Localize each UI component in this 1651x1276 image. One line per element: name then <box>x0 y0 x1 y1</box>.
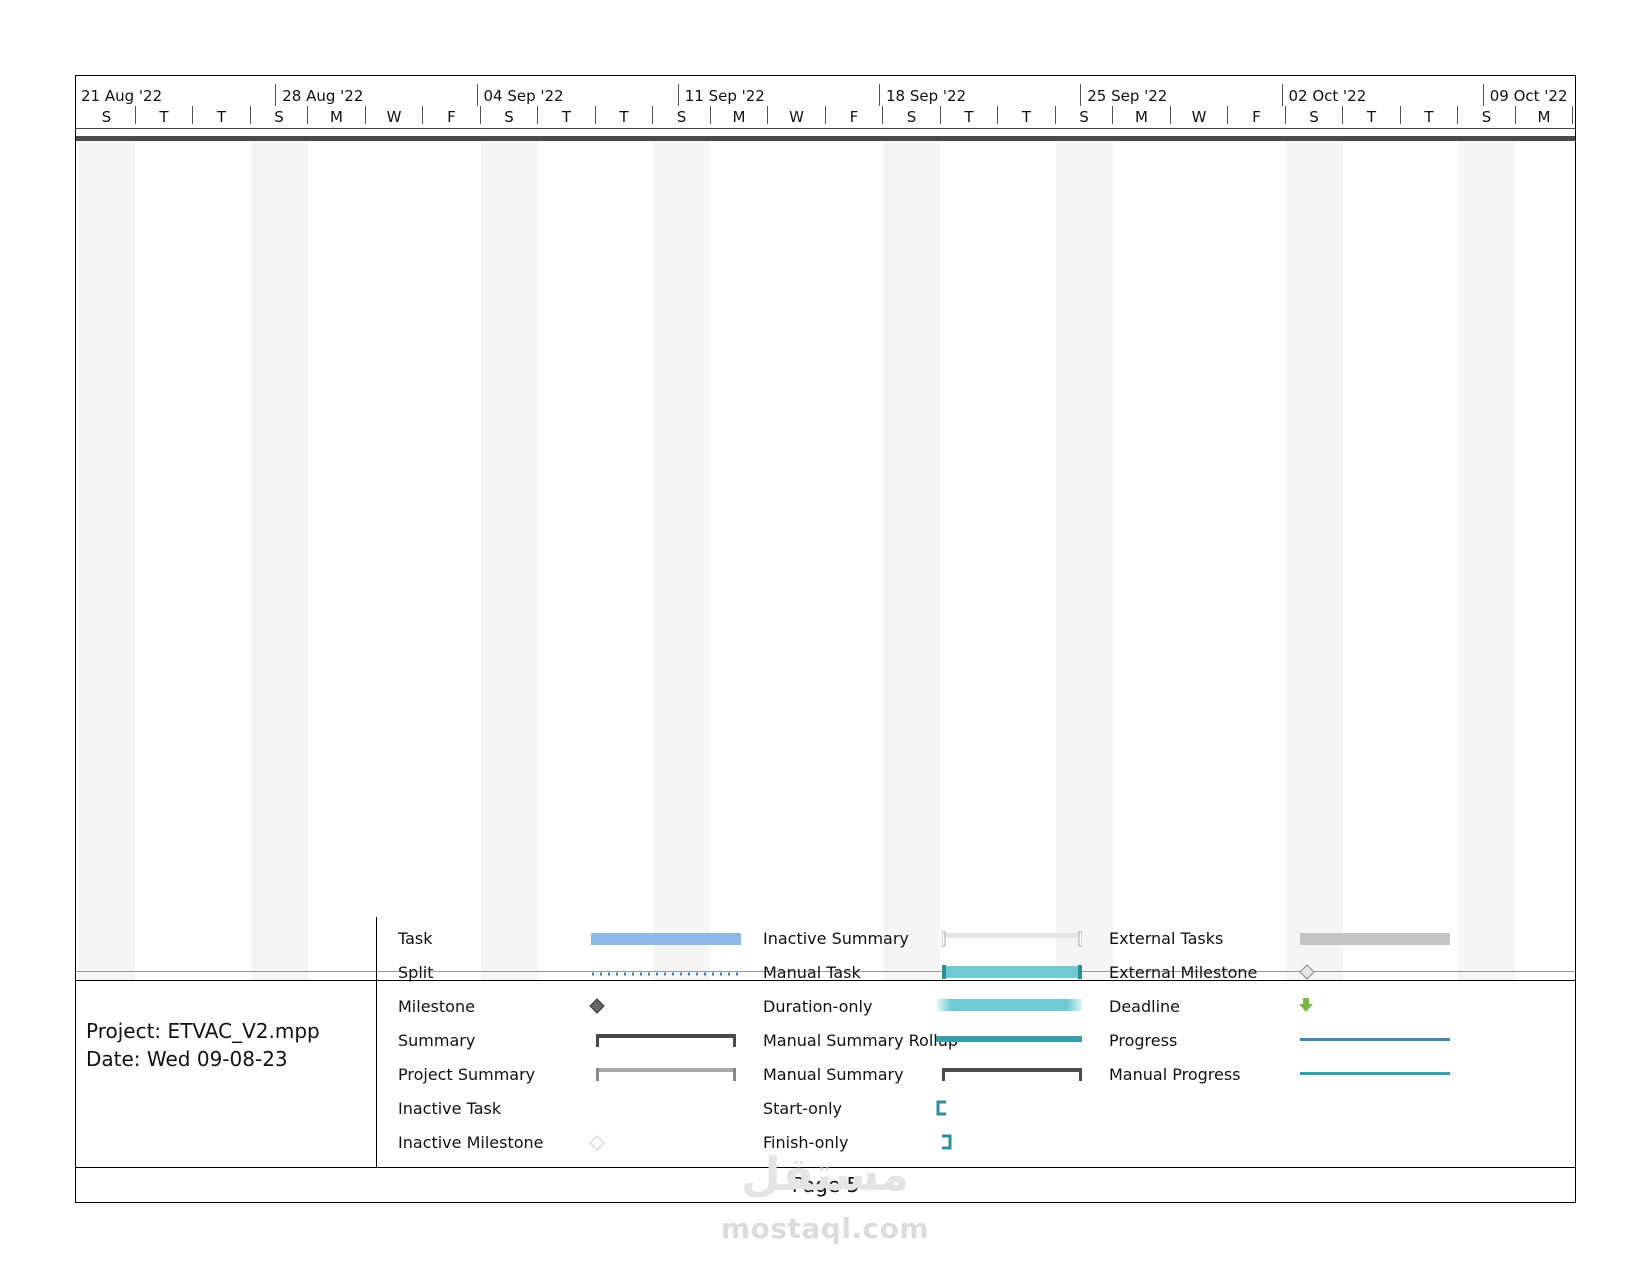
week-label: 21 Aug '22 <box>81 87 163 105</box>
week-divider <box>1080 84 1082 106</box>
nonworking-day-band <box>78 141 135 981</box>
week-label: 02 Oct '22 <box>1288 87 1367 105</box>
progress-line-symbol <box>1300 1038 1450 1041</box>
nonworking-day-band <box>480 141 538 981</box>
day-label: T <box>1424 108 1434 126</box>
project-summary-bar-symbol <box>596 1068 736 1081</box>
day-label: T <box>964 108 974 126</box>
manual-summary-bar-symbol <box>942 1068 1082 1081</box>
week-divider <box>476 84 478 106</box>
day-label: S <box>676 108 687 126</box>
week-divider <box>1281 84 1283 106</box>
legend-label-manual-summary: Manual Summary <box>763 1065 904 1084</box>
legend-label-external-milestone: External Milestone <box>1109 963 1258 982</box>
external-milestone-diamond-icon <box>1299 964 1315 980</box>
day-label: W <box>386 108 402 126</box>
week-label: 28 Aug '22 <box>282 87 364 105</box>
day-label: S <box>1079 108 1089 126</box>
duration-only-bar-symbol <box>937 999 1082 1011</box>
week-label: 18 Sep '22 <box>886 87 967 105</box>
day-label: S <box>1309 108 1319 126</box>
nonworking-day-band <box>1285 141 1343 981</box>
manual-task-bar-symbol <box>942 965 1082 979</box>
project-date: Date: Wed 09-08-23 <box>86 1047 288 1071</box>
watermark-arabic-logo: مستقل <box>740 1147 910 1201</box>
legend-label-inactive-task: Inactive Task <box>398 1099 502 1118</box>
day-label: W <box>789 108 804 126</box>
week-divider <box>1482 84 1484 106</box>
day-label: M <box>1537 108 1551 126</box>
day-label: F <box>849 108 859 126</box>
legend-label-manual-task: Manual Task <box>763 963 861 982</box>
legend-label-summary: Summary <box>398 1031 476 1050</box>
day-label: M <box>732 108 746 126</box>
manual-progress-line-symbol <box>1300 1072 1450 1075</box>
deadline-arrow-icon <box>1299 998 1313 1012</box>
project-name: Project: ETVAC_V2.mpp <box>86 1019 320 1043</box>
legend-label-start-only: Start-only <box>763 1099 842 1118</box>
day-label: T <box>159 108 169 126</box>
legend-label-manual-progress: Manual Progress <box>1109 1065 1241 1084</box>
day-label: F <box>1252 108 1261 126</box>
legend-label-split: Split <box>398 963 434 982</box>
day-divider <box>1572 106 1573 124</box>
week-divider <box>275 84 277 106</box>
legend-label-progress: Progress <box>1109 1031 1178 1050</box>
day-label: T <box>619 108 629 126</box>
day-label: T <box>561 108 572 126</box>
nonworking-day-band <box>653 141 710 981</box>
milestone-diamond-icon <box>589 998 605 1014</box>
day-label: W <box>1191 108 1207 126</box>
day-label: M <box>330 108 343 126</box>
legend-label-duration-only: Duration-only <box>763 997 873 1016</box>
inactive-milestone-diamond-icon <box>589 1135 605 1151</box>
manual-summary-rollup-symbol <box>936 1036 1082 1042</box>
legend-divider <box>376 917 377 1167</box>
week-label: 09 Oct '22 <box>1489 87 1568 105</box>
day-label: T <box>216 108 227 126</box>
week-label: 04 Sep '22 <box>483 87 564 105</box>
gantt-page: 21 Aug '22 28 Aug '22 04 Sep '22 11 Sep '22… <box>75 75 1576 1203</box>
day-label: S <box>101 108 112 126</box>
task-bar-symbol <box>591 933 741 945</box>
gantt-chart-area <box>76 141 1575 981</box>
nonworking-day-band <box>1055 141 1113 981</box>
finish-only-bracket-icon <box>942 1134 952 1150</box>
split-symbol <box>592 972 741 976</box>
day-label: S <box>504 108 514 126</box>
legend-label-task: Task <box>398 929 433 948</box>
external-task-bar-symbol <box>1300 933 1450 945</box>
inactive-summary-bar-symbol <box>942 931 1082 947</box>
week-label: 11 Sep '22 <box>684 87 765 105</box>
legend-label-inactive-summary: Inactive Summary <box>763 929 909 948</box>
day-label: F <box>447 108 456 126</box>
summary-bar-symbol <box>596 1034 736 1047</box>
legend-label-manual-summary-rollup: Manual Summary Rollup <box>763 1031 959 1050</box>
legend-panel: Project: ETVAC_V2.mpp Date: Wed 09-08-23… <box>76 917 1575 1168</box>
day-label: S <box>906 108 917 126</box>
legend-label-project-summary: Project Summary <box>398 1065 536 1084</box>
watermark-text: mostaql.com <box>720 1212 930 1245</box>
day-label: T <box>1021 108 1032 126</box>
day-label: S <box>274 108 284 126</box>
day-label: M <box>1135 108 1148 126</box>
start-only-bracket-icon <box>936 1100 946 1116</box>
legend-label-deadline: Deadline <box>1109 997 1180 1016</box>
legend-label-external-tasks: External Tasks <box>1109 929 1224 948</box>
legend-label-inactive-milestone: Inactive Milestone <box>398 1133 544 1152</box>
week-divider <box>879 84 880 106</box>
day-label: S <box>1481 108 1492 126</box>
week-label: 25 Sep '22 <box>1087 87 1168 105</box>
timescale-header: 21 Aug '22 28 Aug '22 04 Sep '22 11 Sep '22… <box>76 76 1575 129</box>
project-info: Project: ETVAC_V2.mpp Date: Wed 09-08-23 <box>86 1017 320 1073</box>
nonworking-day-band <box>883 141 940 981</box>
week-divider <box>677 84 679 106</box>
day-label: T <box>1366 108 1377 126</box>
legend-label-milestone: Milestone <box>398 997 475 1016</box>
header-divider <box>76 128 1575 129</box>
nonworking-day-band <box>1458 141 1515 981</box>
nonworking-day-band <box>250 141 308 981</box>
